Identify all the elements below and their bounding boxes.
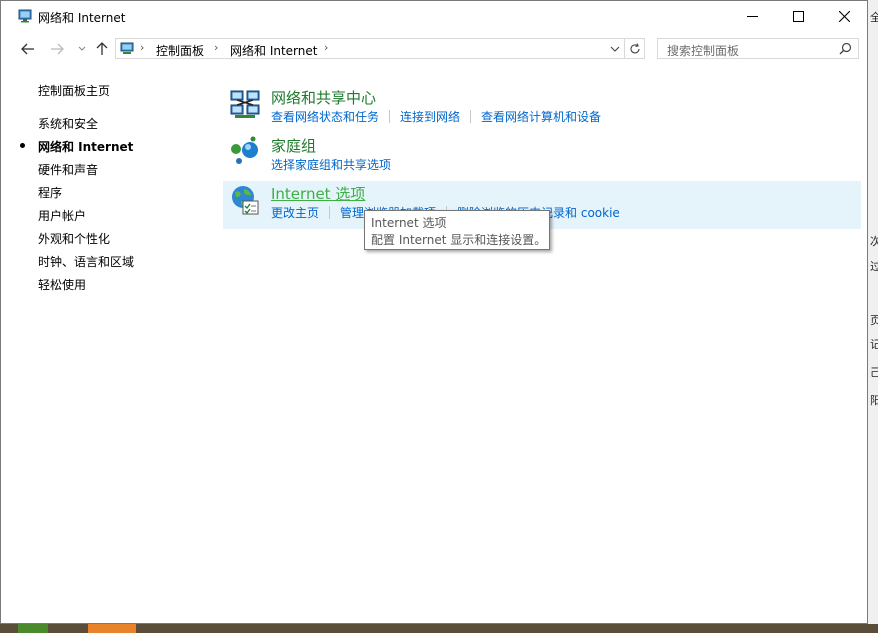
arrow-left-icon — [21, 43, 34, 55]
search-icon[interactable] — [839, 42, 852, 55]
bg-char: 己 — [870, 366, 878, 379]
title-bar[interactable]: 网络和 Internet — [1, 1, 867, 33]
search-input[interactable]: 搜索控制面板 — [667, 42, 739, 59]
bg-char: 过 — [870, 260, 878, 273]
category-title-homegroup[interactable]: 家庭组 — [271, 135, 316, 156]
link-divider — [470, 110, 472, 123]
link-divider — [329, 206, 331, 219]
link-view-network-status[interactable]: 查看网络状态和任务 — [271, 108, 379, 125]
minimize-icon — [746, 16, 758, 17]
network-sharing-center-icon[interactable] — [229, 87, 261, 119]
sidebar-item-clock-language-region[interactable]: 时钟、语言和区域 — [38, 253, 134, 270]
category-links: 选择家庭组和共享选项 — [271, 156, 391, 173]
sidebar-item-ease-of-access[interactable]: 轻松使用 — [38, 276, 86, 293]
sidebar-item-hardware-sound[interactable]: 硬件和声音 — [38, 161, 98, 178]
navigation-bar: › 控制面板 › 网络和 Internet › 搜索控制面板 — [1, 34, 867, 64]
bg-char: 全 — [870, 11, 878, 24]
category-title-network-sharing-center[interactable]: 网络和共享中心 — [271, 87, 376, 108]
bg-char: 记 — [870, 338, 878, 351]
breadcrumb-control-panel[interactable]: 控制面板 — [156, 42, 204, 59]
arrow-right-icon — [51, 43, 64, 55]
arrow-up-icon — [96, 42, 108, 55]
sidebar-item-appearance[interactable]: 外观和个性化 — [38, 230, 110, 247]
chevron-down-icon — [78, 46, 86, 51]
sidebar-item-control-panel-home[interactable]: 控制面板主页 — [38, 82, 110, 99]
sidebar-item-programs[interactable]: 程序 — [38, 184, 62, 201]
window-title: 网络和 Internet — [38, 11, 126, 25]
link-connect-to-network[interactable]: 连接到网络 — [400, 108, 460, 125]
bg-char: 阳 — [870, 394, 878, 407]
sidebar-item-system-security[interactable]: 系统和安全 — [38, 115, 98, 132]
sidebar-item-network-internet[interactable]: 网络和 Internet — [38, 138, 133, 155]
link-change-home-page[interactable]: 更改主页 — [271, 204, 319, 221]
tooltip: Internet 选项 配置 Internet 显示和连接设置。 — [364, 210, 550, 250]
maximize-icon — [792, 11, 804, 22]
refresh-button[interactable] — [624, 39, 645, 58]
breadcrumb-network-internet[interactable]: 网络和 Internet — [230, 42, 317, 59]
category-title-internet-options[interactable]: Internet 选项 — [271, 183, 365, 204]
back-button[interactable] — [19, 40, 37, 58]
minimize-button[interactable] — [729, 1, 775, 32]
search-box[interactable]: 搜索控制面板 — [657, 38, 859, 59]
address-dropdown-button[interactable] — [608, 41, 622, 56]
sidebar-item-user-accounts[interactable]: 用户帐户 — [38, 207, 86, 224]
link-divider — [389, 110, 391, 123]
category-network-sharing-center: 网络和共享中心 查看网络状态和任务 连接到网络 查看网络计算机和设备 — [223, 85, 861, 131]
category-homegroup: 家庭组 选择家庭组和共享选项 — [223, 133, 861, 179]
homegroup-icon[interactable] — [229, 135, 261, 167]
address-bar[interactable]: › 控制面板 › 网络和 Internet › — [115, 38, 645, 59]
forward-button[interactable] — [48, 40, 66, 58]
active-bullet-icon — [20, 143, 25, 148]
link-view-network-computers[interactable]: 查看网络计算机和设备 — [481, 108, 601, 125]
breadcrumb-separator[interactable]: › — [214, 41, 218, 54]
bg-char: 页 — [870, 314, 878, 327]
network-window-icon — [18, 9, 32, 23]
bg-char: 次 — [870, 235, 878, 248]
control-panel-icon — [120, 42, 134, 54]
link-homegroup-sharing-options[interactable]: 选择家庭组和共享选项 — [271, 156, 391, 173]
recent-locations-button[interactable] — [73, 40, 91, 58]
breadcrumb-separator[interactable]: › — [324, 41, 328, 54]
tooltip-title: Internet 选项 — [371, 216, 447, 230]
chevron-down-icon — [610, 46, 620, 52]
up-button[interactable] — [93, 40, 111, 58]
category-links: 查看网络状态和任务 连接到网络 查看网络计算机和设备 — [271, 108, 601, 125]
maximize-button[interactable] — [775, 1, 821, 32]
close-button[interactable] — [821, 1, 867, 32]
tooltip-description: 配置 Internet 显示和连接设置。 — [371, 233, 547, 247]
refresh-icon — [630, 42, 640, 53]
close-icon — [838, 11, 850, 22]
internet-options-icon[interactable] — [229, 184, 261, 216]
breadcrumb-separator[interactable]: › — [140, 41, 144, 54]
control-panel-window: 网络和 Internet › 控制面板 › 网络和 Internet › 搜索控… — [0, 0, 868, 624]
